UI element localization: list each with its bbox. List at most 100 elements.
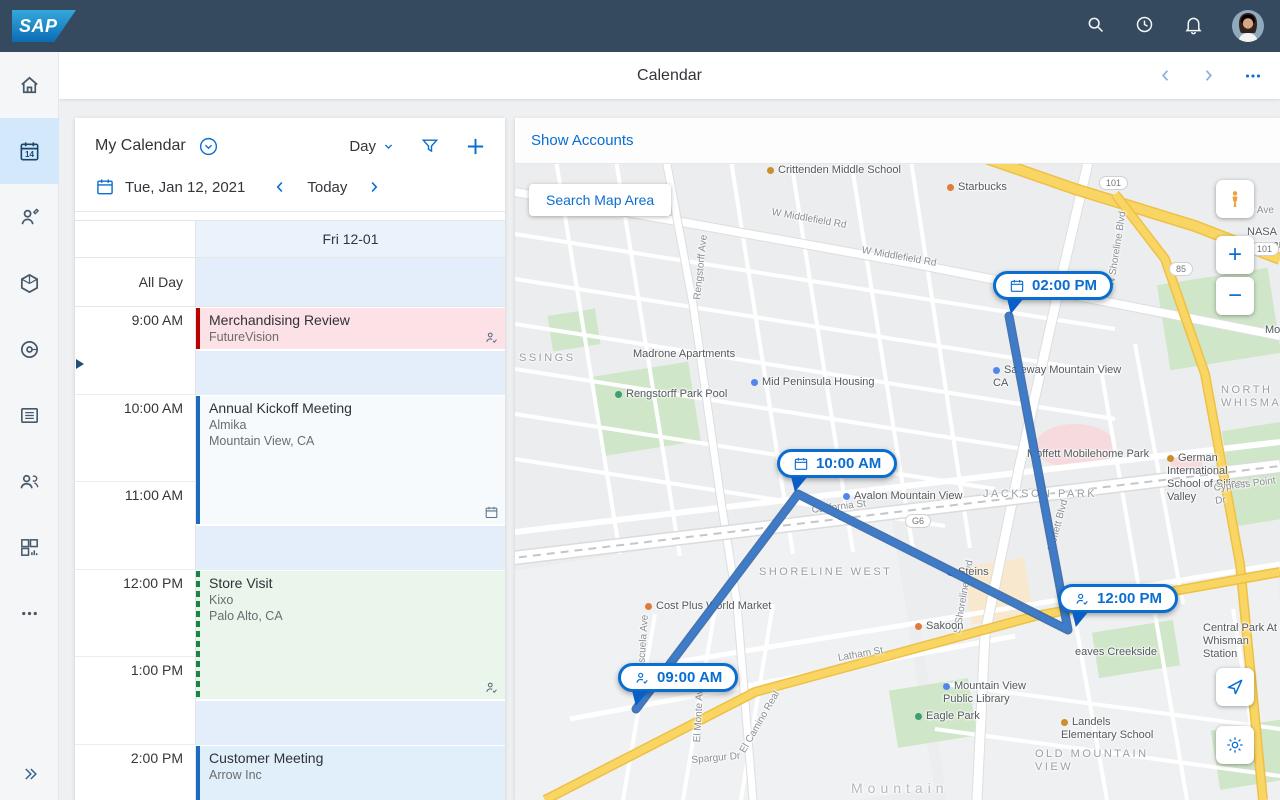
search-map-area-button[interactable]: Search Map Area bbox=[529, 184, 671, 216]
pin-pointer bbox=[628, 691, 648, 706]
home-icon bbox=[18, 74, 41, 97]
day-column-header: Fri 12-01 bbox=[195, 221, 505, 257]
view-select-value: Day bbox=[349, 138, 376, 155]
profile-avatar[interactable] bbox=[1232, 10, 1264, 42]
day-grid: Fri 12-01 All Day 9:00 AM10:00 AM11:00 A… bbox=[75, 220, 505, 800]
navigation-rail: 14 bbox=[0, 52, 59, 800]
pin-time-label: 12:00 PM bbox=[1097, 590, 1162, 607]
map-settings-button[interactable] bbox=[1216, 726, 1254, 764]
all-day-area[interactable] bbox=[195, 258, 505, 306]
previous-day-icon[interactable] bbox=[271, 178, 289, 196]
navigate-forward-icon[interactable] bbox=[1199, 66, 1218, 85]
calendar-select-icon[interactable] bbox=[198, 136, 219, 157]
gear-icon bbox=[1225, 735, 1245, 755]
navigate-back-icon[interactable] bbox=[1156, 66, 1175, 85]
rail-item-contacts[interactable] bbox=[0, 448, 59, 514]
rail-item-products[interactable] bbox=[0, 250, 59, 316]
calendar-icon bbox=[1009, 278, 1025, 294]
all-day-label: All Day bbox=[75, 258, 195, 306]
time-label: 2:00 PM bbox=[75, 750, 195, 766]
calendar-datebar: Tue, Jan 12, 2021 Today bbox=[75, 164, 505, 204]
event-subtitle: Palo Alto, CA bbox=[209, 608, 497, 624]
navigation-arrow-icon bbox=[1225, 677, 1245, 697]
map[interactable]: Crittenden Middle SchoolStarbucksW Middl… bbox=[515, 164, 1280, 800]
event-title: Annual Kickoff Meeting bbox=[209, 399, 497, 417]
today-button[interactable]: Today bbox=[307, 179, 347, 196]
time-label: 12:00 PM bbox=[75, 575, 195, 591]
map-panel: Show Accounts bbox=[515, 118, 1280, 800]
events-layer[interactable]: Merchandising ReviewFutureVision Annual K… bbox=[195, 307, 505, 800]
filter-icon[interactable] bbox=[420, 136, 440, 156]
pin-pointer bbox=[1068, 612, 1088, 627]
header-overflow-icon[interactable] bbox=[1242, 65, 1264, 87]
pin-time-label: 02:00 PM bbox=[1032, 277, 1097, 294]
calendar-icon: 14 bbox=[18, 140, 41, 163]
donut-icon bbox=[18, 338, 41, 361]
view-select[interactable]: Day bbox=[349, 138, 396, 155]
next-day-icon[interactable] bbox=[365, 178, 383, 196]
date-label: Tue, Jan 12, 2021 bbox=[125, 179, 245, 196]
recents-button[interactable] bbox=[1134, 14, 1155, 38]
locate-button[interactable] bbox=[1216, 668, 1254, 706]
pin-pointer bbox=[787, 477, 807, 492]
svg-text:14: 14 bbox=[25, 150, 35, 159]
event-subtitle: Arrow Inc bbox=[209, 767, 497, 783]
busy-strip bbox=[196, 351, 505, 395]
notifications-button[interactable] bbox=[1183, 14, 1204, 38]
rail-item-analytics[interactable] bbox=[0, 514, 59, 580]
event-subtitle: Almika bbox=[209, 417, 497, 433]
search-button[interactable] bbox=[1085, 14, 1106, 38]
calendar-event[interactable]: Store VisitKixoPalo Alto, CA bbox=[196, 571, 505, 699]
map-header: Show Accounts bbox=[515, 118, 1280, 164]
time-label: 10:00 AM bbox=[75, 400, 195, 416]
rail-item-calendar[interactable]: 14 bbox=[0, 118, 59, 184]
page-header: Calendar bbox=[59, 52, 1280, 99]
calendar-event[interactable]: Customer MeetingArrow Inc bbox=[196, 746, 505, 800]
rail-item-more[interactable] bbox=[0, 580, 59, 646]
rail-item-orders[interactable] bbox=[0, 382, 59, 448]
add-appointment-icon[interactable] bbox=[464, 135, 487, 158]
chevron-down-icon bbox=[381, 139, 396, 154]
date-picker-icon[interactable] bbox=[95, 177, 115, 197]
gutter-header bbox=[75, 221, 195, 257]
divider bbox=[75, 211, 505, 212]
expand-sidebar-button[interactable] bbox=[0, 756, 59, 792]
chevrons-right-icon bbox=[20, 764, 40, 784]
calendar-title: My Calendar bbox=[95, 137, 186, 155]
rail-item-home[interactable] bbox=[0, 52, 59, 118]
map-pin-09-00-am[interactable]: 09:00 AM bbox=[618, 663, 738, 692]
pin-time-label: 09:00 AM bbox=[657, 669, 722, 686]
show-accounts-link[interactable]: Show Accounts bbox=[531, 132, 634, 149]
rail-item-customers[interactable] bbox=[0, 184, 59, 250]
map-pin-10-00-am[interactable]: 10:00 AM bbox=[777, 449, 897, 478]
time-label: 11:00 AM bbox=[75, 487, 195, 503]
pegman-button[interactable] bbox=[1216, 180, 1254, 218]
calendar-toolbar: My Calendar Day bbox=[75, 118, 505, 164]
pin-pointer bbox=[1003, 299, 1023, 314]
shell-actions bbox=[1085, 10, 1264, 42]
visit-icon bbox=[1074, 591, 1090, 607]
ellipsis-icon bbox=[18, 602, 41, 625]
time-label: 1:00 PM bbox=[75, 662, 195, 678]
rail-item-sales[interactable] bbox=[0, 316, 59, 382]
calendar-event[interactable]: Merchandising ReviewFutureVision bbox=[196, 308, 505, 349]
pegman-icon bbox=[1225, 189, 1245, 209]
zoom-in-button[interactable]: + bbox=[1216, 236, 1254, 274]
pin-time-label: 10:00 AM bbox=[816, 455, 881, 472]
event-subtitle: Mountain View, CA bbox=[209, 433, 497, 449]
map-pin-12-00-pm[interactable]: 12:00 PM bbox=[1058, 584, 1178, 613]
event-subtitle: FutureVision bbox=[209, 329, 497, 345]
product-icon bbox=[18, 272, 41, 295]
map-pin-02-00-pm[interactable]: 02:00 PM bbox=[993, 271, 1113, 300]
sap-logo: SAP bbox=[12, 10, 76, 42]
list-icon bbox=[18, 404, 41, 427]
bell-icon bbox=[1183, 14, 1204, 35]
calendar-event[interactable]: Annual Kickoff MeetingAlmikaMountain Vie… bbox=[196, 396, 505, 524]
shell-bar: SAP bbox=[0, 0, 1280, 52]
zoom-out-button[interactable]: − bbox=[1216, 277, 1254, 315]
clock-icon bbox=[1134, 14, 1155, 35]
visit-icon bbox=[484, 330, 499, 345]
busy-strip bbox=[196, 701, 505, 745]
avatar-image bbox=[1232, 10, 1264, 42]
people-icon bbox=[18, 470, 41, 493]
